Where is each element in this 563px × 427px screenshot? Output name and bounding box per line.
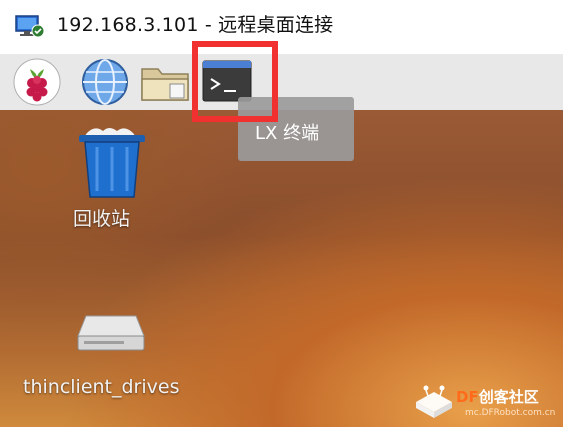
watermark-brand: DF创客社区 [456,386,539,407]
desktop-label-trash[interactable]: 回收站 [73,204,130,231]
drive-icon[interactable] [76,312,146,352]
dfrobot-logo-icon [416,385,452,418]
web-browser-globe-icon[interactable] [80,57,130,107]
tooltip-text: LX 终端 [255,123,320,144]
watermark-brand-rest: 创客社区 [478,388,539,406]
remote-desktop-icon [15,15,45,38]
trash-icon[interactable] [75,123,149,199]
file-manager-folder-icon[interactable] [138,57,194,107]
raspberry-menu-icon[interactable] [12,57,62,107]
desktop-label-thinclient-drives[interactable]: thinclient_drives [23,376,179,398]
highlight-annotation-box [192,41,278,122]
window-titlebar[interactable]: 192.168.3.101 - 远程桌面连接 [0,0,563,54]
window-title: 192.168.3.101 - 远程桌面连接 [57,14,334,36]
watermark-url: mc.DFRobot.com.cn [465,408,556,418]
watermark-df: DF [456,388,479,406]
